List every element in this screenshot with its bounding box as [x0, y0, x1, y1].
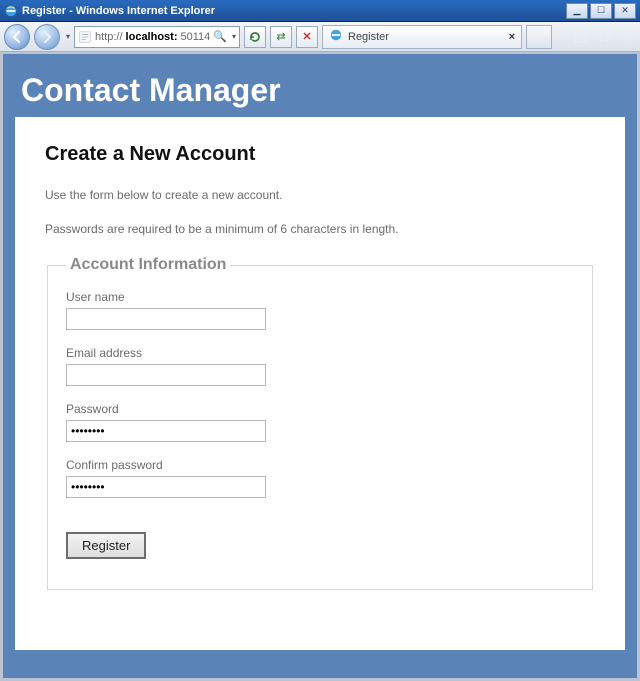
home-icon[interactable]: [572, 29, 588, 45]
nav-back-button[interactable]: [4, 24, 30, 50]
window-close-button[interactable]: ✕: [614, 3, 636, 19]
username-input[interactable]: [66, 308, 266, 330]
confirm-password-input[interactable]: [66, 476, 266, 498]
address-dropdown[interactable]: ▾: [232, 32, 236, 41]
url-scheme: http://: [95, 31, 123, 43]
site-brand: Contact Manager: [21, 72, 625, 109]
password-input[interactable]: [66, 420, 266, 442]
email-field: Email address: [66, 346, 574, 386]
page-heading: Create a New Account: [45, 143, 595, 166]
compat-view-button[interactable]: ⇄: [270, 26, 292, 48]
confirm-password-label: Confirm password: [66, 458, 574, 472]
username-field: User name: [66, 290, 574, 330]
confirm-password-field: Confirm password: [66, 458, 574, 498]
email-input[interactable]: [66, 364, 266, 386]
nav-forward-button[interactable]: [34, 24, 60, 50]
fieldset-legend: Account Information: [66, 256, 230, 274]
ie-logo-icon: [4, 4, 18, 18]
window-titlebar: Register - Windows Internet Explorer ▁ ☐…: [0, 0, 640, 22]
browser-tab[interactable]: Register ×: [322, 25, 522, 49]
tab-close-button[interactable]: ×: [509, 31, 515, 43]
toolbar-right-icons: [572, 29, 636, 45]
address-bar[interactable]: http://localhost:50114 🔍 ▾: [74, 26, 240, 48]
username-label: User name: [66, 290, 574, 304]
window-title: Register - Windows Internet Explorer: [22, 5, 566, 17]
tools-icon[interactable]: [620, 29, 636, 45]
ie-tab-icon: [329, 28, 343, 45]
browser-viewport: Contact Manager Create a New Account Use…: [0, 52, 640, 681]
password-field: Password: [66, 402, 574, 442]
password-note: Passwords are required to be a minimum o…: [45, 222, 595, 236]
password-label: Password: [66, 402, 574, 416]
page-body: Contact Manager Create a New Account Use…: [15, 72, 625, 672]
page-icon: [78, 30, 92, 44]
account-fieldset: Account Information User name Email addr…: [47, 256, 593, 590]
intro-text: Use the form below to create a new accou…: [45, 188, 595, 202]
new-tab-button[interactable]: [526, 25, 552, 49]
nav-history-dropdown[interactable]: ▾: [66, 32, 70, 41]
email-label: Email address: [66, 346, 574, 360]
content-card: Create a New Account Use the form below …: [15, 117, 625, 650]
register-button[interactable]: Register: [66, 532, 146, 559]
tab-title: Register: [348, 31, 389, 43]
url-host: localhost:: [126, 31, 178, 43]
refresh-button[interactable]: [244, 26, 266, 48]
browser-toolbar: ▾ http://localhost:50114 🔍 ▾ ⇄ ✕ Registe…: [0, 22, 640, 52]
window-maximize-button[interactable]: ☐: [590, 3, 612, 19]
stop-button[interactable]: ✕: [296, 26, 318, 48]
window-minimize-button[interactable]: ▁: [566, 3, 588, 19]
url-port: 50114: [181, 31, 211, 43]
search-icon[interactable]: 🔍: [213, 30, 227, 43]
favorites-icon[interactable]: [596, 29, 612, 45]
